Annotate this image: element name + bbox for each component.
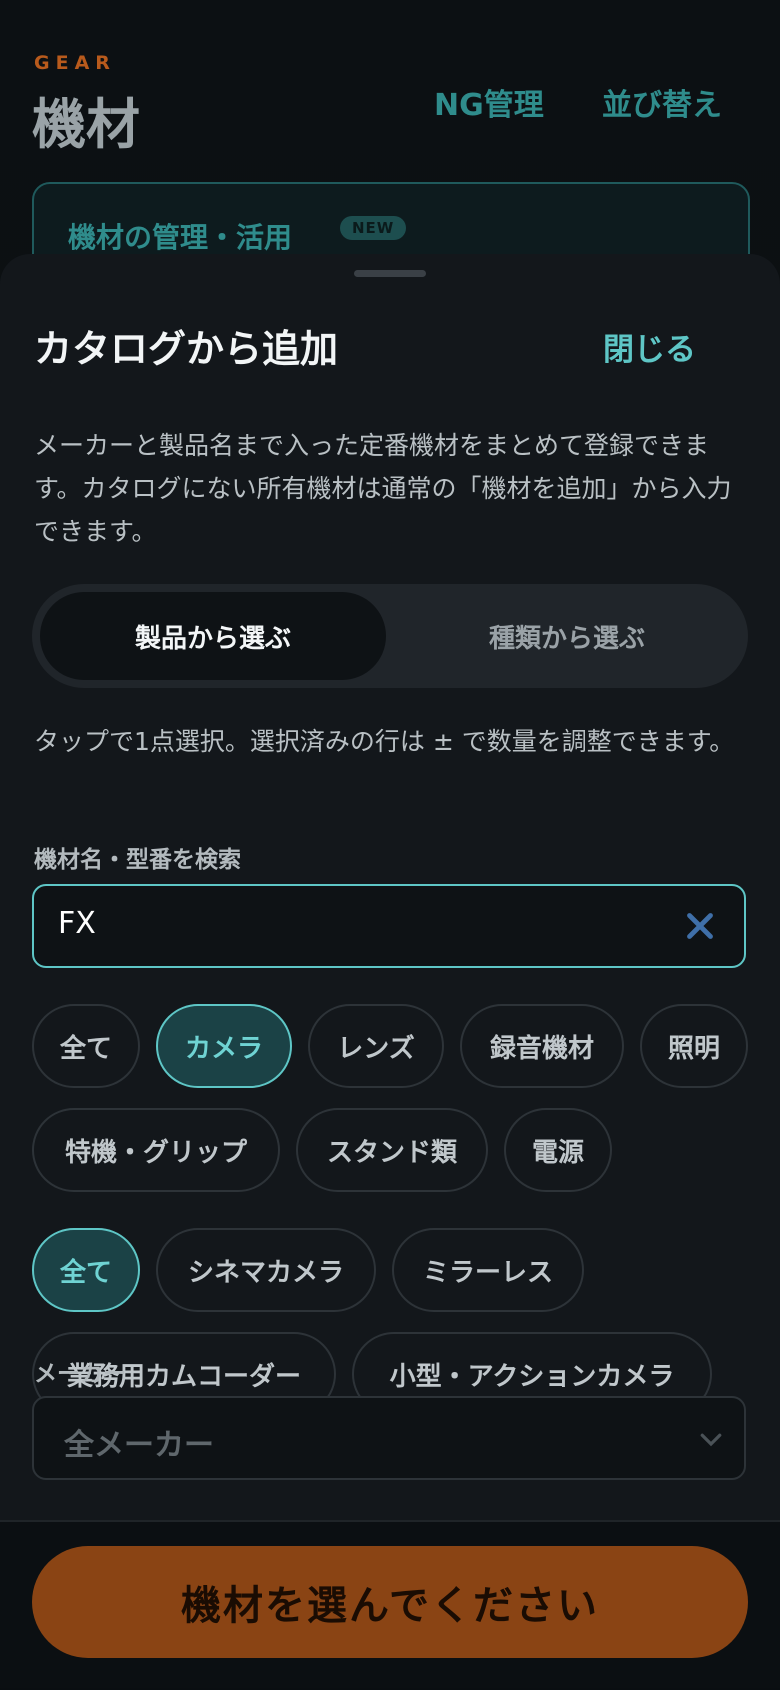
maker-label: メーカー (34, 1361, 126, 1387)
chevron-down-icon (700, 1433, 722, 1447)
clear-icon[interactable] (682, 908, 718, 944)
sort-link[interactable]: 並び替え (602, 80, 722, 124)
category-chip-power[interactable]: 電源 (504, 1108, 612, 1192)
category-chip-lighting[interactable]: 照明 (640, 1004, 748, 1088)
maker-select-value: 全メーカー (64, 1428, 214, 1463)
subcategory-chip-mirrorless[interactable]: ミラーレス (392, 1228, 584, 1312)
ng-manage-link[interactable]: NG管理 (434, 80, 544, 124)
search-label: 機材名・型番を検索 (34, 847, 241, 873)
sticky-footer: 機材を選んでください (0, 1520, 780, 1690)
category-chip-all[interactable]: 全て (32, 1004, 140, 1088)
search-input-value[interactable]: FX (58, 906, 96, 941)
page-eyebrow: GEAR (34, 52, 116, 74)
category-chip-stands[interactable]: スタンド類 (296, 1108, 488, 1192)
subcategory-chip-cinema[interactable]: シネマカメラ (156, 1228, 376, 1312)
maker-select[interactable]: 全メーカー (32, 1396, 746, 1480)
selection-hint: タップで1点選択。選択済みの行は ± で数量を調整できます。 (34, 727, 735, 756)
segment-by-type[interactable]: 種類から選ぶ (394, 592, 740, 680)
close-button[interactable]: 閉じる (603, 324, 696, 369)
mode-segmented-control: 製品から選ぶ 種類から選ぶ (32, 584, 748, 688)
sheet-description: メーカーと製品名まで入った定番機材をまとめて登録できます。カタログにない所有機材… (34, 431, 732, 546)
gear-manage-card-title: 機材の管理・活用 (68, 221, 293, 254)
search-input[interactable]: FX (32, 884, 746, 968)
page-title: 機材 (32, 93, 140, 156)
catalog-sheet: カタログから追加 閉じる メーカーと製品名まで入った定番機材をまとめて登録できま… (0, 254, 780, 1688)
subcategory-chip-all[interactable]: 全て (32, 1228, 140, 1312)
category-chip-lens[interactable]: レンズ (308, 1004, 444, 1088)
category-chip-audio[interactable]: 録音機材 (460, 1004, 624, 1088)
sheet-drag-handle[interactable] (354, 270, 426, 277)
sheet-title: カタログから追加 (34, 327, 339, 371)
category-chip-camera[interactable]: カメラ (156, 1004, 292, 1088)
new-badge: NEW (340, 216, 407, 240)
category-chip-grip[interactable]: 特機・グリップ (32, 1108, 280, 1192)
select-gear-button[interactable]: 機材を選んでください (32, 1546, 748, 1658)
segment-by-product[interactable]: 製品から選ぶ (40, 592, 386, 680)
